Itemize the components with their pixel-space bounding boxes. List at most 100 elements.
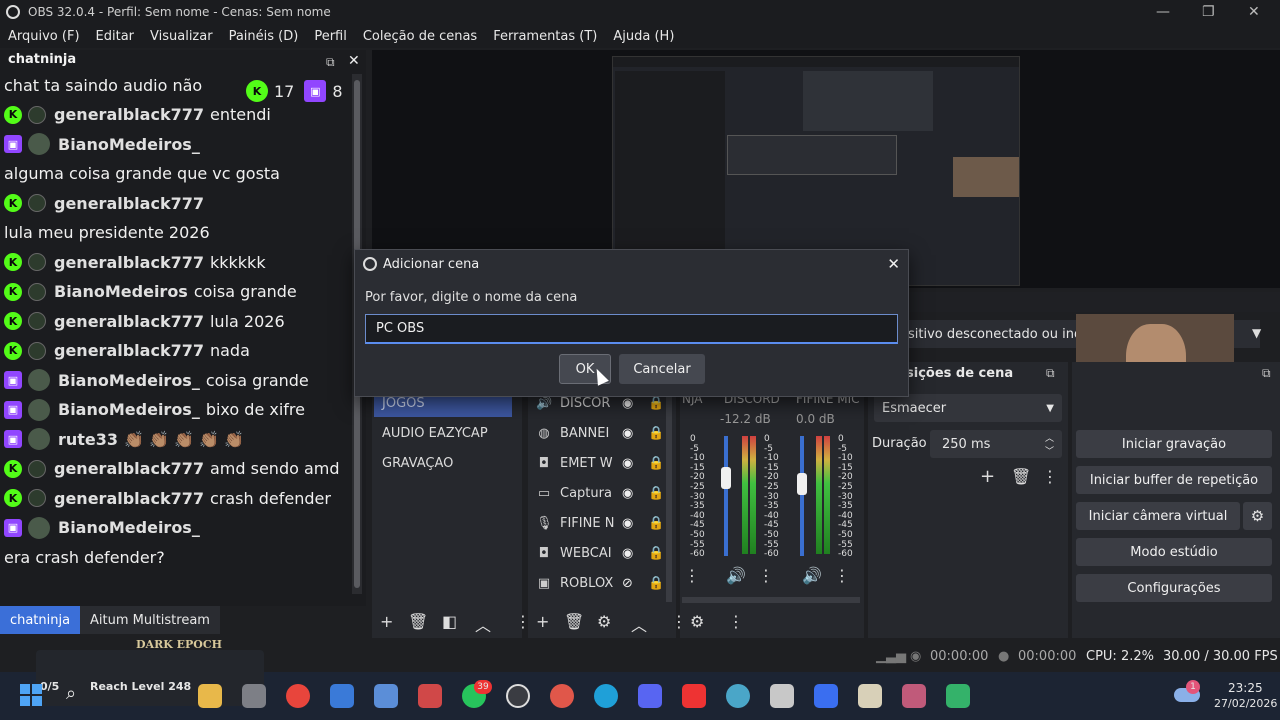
transition-more-icon[interactable]: ⋮ bbox=[1042, 467, 1058, 486]
chat-username[interactable]: BianoMedeiros_ bbox=[58, 518, 200, 537]
chat-username[interactable]: BianoMedeiros bbox=[54, 282, 188, 301]
chat-username[interactable]: generalblack777 bbox=[54, 253, 204, 272]
scene-item-audio-eazycap[interactable]: AUDIO EAZYCAP bbox=[374, 419, 512, 447]
lock-icon[interactable]: 🔒 bbox=[648, 516, 664, 531]
source-up-icon[interactable]: ︿ bbox=[631, 612, 647, 636]
mixer-settings-icon[interactable]: ⚙ bbox=[690, 612, 704, 631]
lock-icon[interactable]: 🔒 bbox=[648, 486, 664, 501]
visibility-icon[interactable]: ◉ bbox=[622, 456, 633, 471]
tab-chatninja[interactable]: chatninja bbox=[0, 606, 80, 634]
spin-down-icon[interactable]: ﹀ bbox=[1045, 444, 1054, 457]
source-item[interactable]: ◍ BANNEI ◉ 🔒 bbox=[536, 419, 676, 447]
menu-edit[interactable]: Editar bbox=[96, 29, 135, 44]
mixer-channel-3-more-icon[interactable]: ⋮ bbox=[834, 566, 850, 585]
undock-icon[interactable]: ⧉ bbox=[326, 55, 335, 70]
file-explorer-icon[interactable] bbox=[198, 684, 222, 708]
minimize-icon[interactable]: — bbox=[1156, 4, 1170, 20]
chrome-icon[interactable] bbox=[286, 684, 310, 708]
chat-username[interactable]: generalblack777 bbox=[54, 312, 204, 331]
visibility-icon[interactable]: ◉ bbox=[622, 396, 633, 411]
controls-undock-icon[interactable]: ⧉ bbox=[1262, 366, 1271, 381]
add-source-icon[interactable]: + bbox=[536, 612, 549, 631]
mail-icon[interactable] bbox=[330, 684, 354, 708]
spin-up-icon[interactable]: ︿ bbox=[1045, 431, 1054, 444]
office-icon[interactable] bbox=[418, 684, 442, 708]
windows-start-icon[interactable] bbox=[20, 684, 42, 706]
menu-file[interactable]: Arquivo (F) bbox=[8, 29, 80, 44]
source-item[interactable]: ▭ Captura ◉ 🔒 bbox=[536, 479, 676, 507]
lock-icon[interactable]: 🔒 bbox=[648, 456, 664, 471]
source-item[interactable]: 🎙 FIFINE N ◉ 🔒 bbox=[536, 509, 676, 537]
menu-scene-collection[interactable]: Coleção de cenas bbox=[363, 29, 477, 44]
chat-username[interactable]: BianoMedeiros_ bbox=[58, 371, 200, 390]
source-item[interactable]: ◘ EMET W ◉ 🔒 bbox=[536, 449, 676, 477]
source-settings-icon[interactable]: ⚙ bbox=[597, 612, 611, 631]
start-recording-button[interactable]: Iniciar gravação bbox=[1076, 430, 1272, 458]
search-icon[interactable]: ⌕ bbox=[66, 683, 76, 704]
clock-date[interactable]: 27/02/2026 bbox=[1214, 697, 1277, 710]
scene-up-icon[interactable]: ︿ bbox=[475, 612, 491, 636]
lock-icon[interactable]: 🔒 bbox=[648, 426, 664, 441]
clock-time[interactable]: 23:25 bbox=[1228, 681, 1263, 695]
duration-spinbox[interactable]: 250 ms ︿ ﹀ bbox=[930, 430, 1062, 458]
app-box-icon[interactable] bbox=[858, 684, 882, 708]
settings-button[interactable]: Configurações bbox=[1076, 574, 1272, 602]
chat-username[interactable]: rute33 bbox=[58, 430, 118, 449]
discord-icon[interactable] bbox=[638, 684, 662, 708]
chat-username[interactable]: generalblack777 bbox=[54, 194, 204, 213]
store-icon[interactable] bbox=[242, 684, 266, 708]
chat-username[interactable]: generalblack777 bbox=[54, 341, 204, 360]
add-scene-icon[interactable]: + bbox=[380, 612, 393, 631]
virtual-camera-settings-icon[interactable]: ⚙ bbox=[1243, 502, 1272, 530]
source-item[interactable]: ◘ WEBCAI ◉ 🔒 bbox=[536, 539, 676, 567]
youtube-icon[interactable] bbox=[682, 684, 706, 708]
visibility-icon[interactable]: ◉ bbox=[622, 486, 633, 501]
scene-item-gravacao[interactable]: GRAVAÇAO bbox=[374, 449, 512, 477]
mixer-channel-3-mute-icon[interactable]: 🔊 bbox=[802, 566, 822, 585]
transitions-undock-icon[interactable]: ⧉ bbox=[1046, 366, 1055, 381]
remove-scene-icon[interactable]: 🗑 bbox=[408, 612, 428, 631]
cancel-button[interactable]: Cancelar bbox=[619, 354, 705, 384]
mixer-more-icon[interactable]: ⋮ bbox=[728, 612, 744, 631]
source-item[interactable]: ▣ ROBLOX ⊘ 🔒 bbox=[536, 569, 676, 597]
game-app-icon[interactable] bbox=[902, 684, 926, 708]
menu-help[interactable]: Ajuda (H) bbox=[613, 29, 674, 44]
visibility-icon[interactable]: ◉ bbox=[622, 516, 633, 531]
mixer-channel-2-fader[interactable] bbox=[721, 466, 731, 489]
chat-username[interactable]: generalblack777 bbox=[54, 105, 204, 124]
calculator-icon[interactable] bbox=[374, 684, 398, 708]
chat-username[interactable]: generalblack777 bbox=[54, 459, 204, 478]
scene-filters-icon[interactable]: ◧ bbox=[442, 612, 457, 631]
remove-source-icon[interactable]: 🗑 bbox=[564, 612, 584, 631]
tab-aitum-multistream[interactable]: Aitum Multistream bbox=[80, 606, 220, 634]
studio-mode-button[interactable]: Modo estúdio bbox=[1076, 538, 1272, 566]
mixer-channel-2-mute-icon[interactable]: 🔊 bbox=[726, 566, 746, 585]
edge-icon[interactable] bbox=[594, 684, 618, 708]
visibility-icon[interactable]: ◉ bbox=[622, 546, 633, 561]
chat-username[interactable]: BianoMedeiros_ bbox=[58, 400, 200, 419]
scene-name-input[interactable] bbox=[365, 314, 898, 344]
roblox-icon[interactable] bbox=[814, 684, 838, 708]
restore-icon[interactable]: ❐ bbox=[1202, 4, 1215, 20]
menu-tools[interactable]: Ferramentas (T) bbox=[493, 29, 597, 44]
app-green-icon[interactable] bbox=[946, 684, 970, 708]
visibility-icon[interactable]: ⊘ bbox=[622, 576, 633, 591]
obs-taskbar-icon[interactable] bbox=[506, 684, 530, 708]
lock-icon[interactable]: 🔒 bbox=[648, 396, 664, 411]
transition-select[interactable]: Esmaecer ▼ bbox=[874, 394, 1062, 422]
visibility-icon[interactable]: ◉ bbox=[622, 426, 633, 441]
menu-profile[interactable]: Perfil bbox=[314, 29, 347, 44]
sources-scrollbar[interactable] bbox=[666, 392, 672, 602]
remove-transition-icon[interactable]: 🗑 bbox=[1011, 467, 1031, 486]
menu-docks[interactable]: Painéis (D) bbox=[229, 29, 299, 44]
mixer-channel-2-fader-track[interactable] bbox=[724, 436, 728, 556]
app-globe-icon[interactable] bbox=[726, 684, 750, 708]
lock-icon[interactable]: 🔒 bbox=[648, 576, 664, 591]
dialog-close-icon[interactable]: ✕ bbox=[887, 255, 900, 273]
app-camera-icon[interactable] bbox=[770, 684, 794, 708]
close-dock-icon[interactable]: ✕ bbox=[348, 53, 360, 69]
lock-icon[interactable]: 🔒 bbox=[648, 546, 664, 561]
close-icon[interactable]: ✕ bbox=[1248, 4, 1260, 20]
start-replay-buffer-button[interactable]: Iniciar buffer de repetição bbox=[1076, 466, 1272, 494]
chat-username[interactable]: BianoMedeiros_ bbox=[58, 135, 200, 154]
